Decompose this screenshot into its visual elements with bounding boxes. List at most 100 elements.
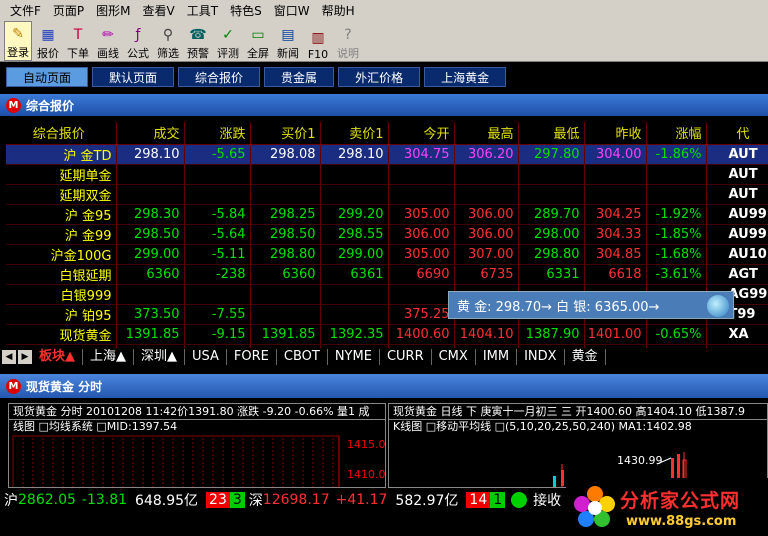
table-cell: 305.00 [388, 204, 455, 225]
market-tab-10[interactable]: INDX [517, 349, 565, 365]
toolbar-button-2[interactable]: T 下单 [64, 21, 92, 61]
table-cell: 298.80 [250, 244, 321, 265]
toolbar-button-5[interactable]: ⚲ 筛选 [154, 21, 182, 61]
toolbar-button-4[interactable]: ƒ 公式 [124, 21, 152, 61]
market-tab-2[interactable]: 深圳▲ [134, 349, 185, 365]
daily-chart-indicator: K线图 □移动平均线 □(5,10,20,25,50,240) MA1:1402… [393, 420, 692, 433]
market-tab-8[interactable]: CMX [432, 349, 476, 365]
toolbar-button-0[interactable]: ✎ 登录 [4, 21, 32, 61]
table-row[interactable]: 现货黄金 1391.85 -9.15 1391.85 1392.35 1400.60 140… [6, 324, 768, 345]
page-tab-0[interactable]: 自动页面 [6, 66, 89, 87]
table-cell: -1.92% [646, 204, 707, 225]
table-cell: -1.68% [646, 244, 707, 265]
table-cell [116, 164, 185, 185]
market-tab-7[interactable]: CURR [380, 349, 432, 365]
table-row[interactable]: 白银延期 6360 -238 6360 6361 6690 6735 6331 6618 -3.6… [6, 264, 768, 285]
column-header-6[interactable]: 最高 [454, 122, 519, 145]
scroll-right-icon[interactable]: ▶ [18, 350, 32, 364]
market-tab-5[interactable]: CBOT [277, 349, 328, 365]
table-cell [320, 164, 389, 185]
table-row[interactable]: 沪 金95 298.30 -5.84 298.25 299.20 305.00 306.00… [6, 204, 768, 225]
column-header-2[interactable]: 涨跌 [184, 122, 251, 145]
table-cell: 306.00 [454, 224, 519, 245]
table-row[interactable]: 沪 金TD 298.10 -5.65 298.08 298.10 304.75 306.20… [6, 144, 768, 165]
menu-item-5[interactable]: 特色S [224, 2, 268, 19]
column-header-10[interactable]: 代 [706, 122, 768, 145]
market-tab-6[interactable]: NYME [328, 349, 380, 365]
page-tab-1[interactable]: 默认页面 [92, 66, 175, 87]
column-header-9[interactable]: 涨幅 [646, 122, 707, 145]
column-header-5[interactable]: 今开 [388, 122, 455, 145]
column-header-3[interactable]: 买价1 [250, 122, 321, 145]
table-cell: 298.25 [250, 204, 321, 225]
table-cell: 298.50 [116, 224, 185, 245]
instrument-code: XA [706, 324, 768, 345]
menu-item-2[interactable]: 图形M [90, 2, 136, 19]
table-row[interactable]: 延期单金 AUT [6, 164, 768, 185]
instrument-code: AGT [706, 264, 768, 285]
instrument-name: 白银延期 [6, 264, 117, 285]
toolbar-button-6[interactable]: ☎ 预警 [184, 21, 212, 61]
menu-item-7[interactable]: 帮助H [316, 2, 361, 19]
intraday-chart-indicator: 线图 □均线系统 □MID:1397.54 [13, 420, 178, 433]
scroll-left-icon[interactable]: ◀ [2, 350, 16, 364]
column-header-1[interactable]: 成交 [116, 122, 185, 145]
page-tab-4[interactable]: 外汇价格 [338, 66, 421, 87]
instrument-name: 沪 金TD [6, 144, 117, 165]
menu-item-6[interactable]: 窗口W [268, 2, 316, 19]
market-tab-3[interactable]: USA [185, 349, 227, 365]
table-cell: 1400.60 [388, 324, 455, 345]
table-cell: -5.64 [184, 224, 251, 245]
page-tab-3[interactable]: 贵金属 [264, 66, 335, 87]
menu-item-3[interactable]: 查看V [137, 2, 181, 19]
market-tab-0[interactable]: 板块▲ [32, 349, 83, 365]
table-cell [250, 164, 321, 185]
market-tab-1[interactable]: 上海▲ [83, 349, 134, 365]
page-tab-2[interactable]: 综合报价 [178, 66, 261, 87]
market-tab-11[interactable]: 黄金 [565, 349, 606, 365]
menu-item-4[interactable]: 工具T [181, 2, 224, 19]
menu-item-0[interactable]: 文件F [4, 2, 47, 19]
daily-kline-chart[interactable]: 现货黄金 日线 下 庚寅十一月初三 三 开1400.60 高1404.10 低1… [388, 403, 768, 488]
instrument-name: 延期单金 [6, 164, 117, 185]
site-watermark: 分析家公式网 www.88gs.com [566, 478, 768, 536]
toolbar-button-9[interactable]: ▤ 新闻 [274, 21, 302, 61]
column-header-0[interactable]: 综合报价 [6, 122, 117, 145]
toolbar-button-8[interactable]: ▭ 全屏 [244, 21, 272, 61]
table-cell: -238 [184, 264, 251, 285]
column-header-8[interactable]: 昨收 [584, 122, 647, 145]
table-row[interactable]: 延期双金 AUT [6, 184, 768, 205]
market-tab-4[interactable]: FORE [227, 349, 277, 365]
market-tab-9[interactable]: IMM [476, 349, 518, 365]
toolbar-label: 预警 [187, 47, 209, 60]
column-header-4[interactable]: 卖价1 [320, 122, 389, 145]
globe-icon[interactable] [707, 295, 729, 317]
column-header-7[interactable]: 最低 [518, 122, 585, 145]
intraday-chart[interactable]: 现货黄金 分时 20101208 11:42价1391.80 涨跌 -9.20 … [8, 403, 386, 488]
toolbar-button-7[interactable]: ✓ 评测 [214, 21, 242, 61]
table-row[interactable]: 沪金100G 299.00 -5.11 298.80 299.00 305.00 307.0… [6, 244, 768, 265]
table-row[interactable]: 沪 金99 298.50 -5.64 298.50 298.55 306.00 306.00… [6, 224, 768, 245]
intraday-chart-header: 现货黄金 分时 20101208 11:42价1391.80 涨跌 -9.20 … [9, 404, 385, 420]
sz-index: 12698.17 [262, 492, 330, 508]
quote-icon: ▦ [41, 27, 55, 43]
table-cell: -5.11 [184, 244, 251, 265]
table-cell: -1.85% [646, 224, 707, 245]
price-ticker-popup[interactable]: 黄 金: 298.70→ 白 银: 6365.00→ [448, 291, 734, 319]
table-cell: 298.30 [116, 204, 185, 225]
toolbar-button-1[interactable]: ▦ 报价 [34, 21, 62, 61]
intraday-price-label: 1415.0 [347, 438, 386, 451]
table-cell [320, 184, 389, 205]
news-icon: ▤ [281, 27, 295, 43]
toolbar-label: 评测 [217, 47, 239, 60]
toolbar-button-11[interactable]: ? 说明 [334, 21, 362, 61]
page-tab-5[interactable]: 上海黄金 [424, 66, 507, 87]
instrument-name: 白银999 [6, 284, 117, 305]
chart-logo-icon: M [6, 378, 21, 394]
toolbar-button-10[interactable]: ▥ F10 [304, 21, 332, 61]
help-icon: ? [344, 27, 352, 43]
table-cell: 298.08 [250, 144, 321, 165]
menu-item-1[interactable]: 页面P [47, 2, 90, 19]
instrument-name: 沪 金99 [6, 224, 117, 245]
toolbar-button-3[interactable]: ✏ 画线 [94, 21, 122, 61]
